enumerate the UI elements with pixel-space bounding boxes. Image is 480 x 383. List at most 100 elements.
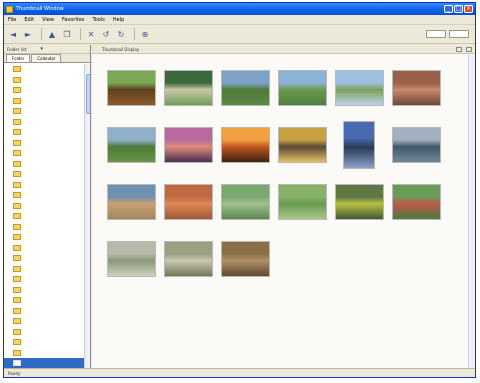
menu-favorites[interactable]: Favorites [62,17,85,23]
folder-item[interactable] [4,169,84,180]
thumb-orange-sunset[interactable] [221,127,270,163]
folder-icon [13,129,21,136]
thumb-grass-patch[interactable] [221,184,270,220]
delete-icon[interactable]: ✕ [85,28,97,40]
folder-item[interactable] [4,274,84,285]
thumb-purple-sunset[interactable] [164,127,213,163]
menu-file[interactable]: File [8,17,16,23]
folder-icon [13,213,21,220]
thumb-brown-dog[interactable] [107,70,156,106]
thumb-red-field[interactable] [164,184,213,220]
folder-tree [4,64,84,368]
rotate-left-icon[interactable]: ↺ [100,28,112,40]
sort-selector[interactable] [449,30,469,38]
folder-item[interactable] [4,117,84,128]
up-icon[interactable]: ▲ [46,28,58,40]
folder-icon [13,328,21,335]
menu-view[interactable]: View [42,17,54,23]
tab-folder[interactable]: Folder [6,54,31,62]
folder-item[interactable] [4,127,84,138]
folder-icon [13,87,21,94]
folder-icon [13,318,21,325]
status-bar: Ready [4,368,475,377]
thumb-red-flowers[interactable] [392,184,441,220]
path-bar: Thumbnail Display [92,45,475,54]
folder-item[interactable] [4,264,84,275]
app-window: Thumbnail Window _ □ × File Edit View Fa… [3,2,476,378]
view-mode-icon[interactable] [456,46,462,52]
thumb-lake[interactable] [392,127,441,163]
maximize-button[interactable]: □ [454,5,463,13]
folder-item[interactable] [4,201,84,212]
thumb-green-meadow[interactable] [278,70,327,106]
thumbnail-pane: Thumbnail Display [92,45,475,368]
folder-item[interactable] [4,337,84,348]
folder-item[interactable] [4,148,84,159]
folder-scrollbar[interactable] [84,64,90,368]
toolbar-separator [80,28,81,40]
folder-item[interactable] [4,190,84,201]
thumb-tall-grass[interactable] [107,127,156,163]
chevron-down-icon[interactable]: ▾ [41,46,44,52]
folder-item[interactable] [4,138,84,149]
folder-item[interactable] [4,96,84,107]
folder-item[interactable] [4,64,84,75]
folder-item[interactable] [4,75,84,86]
menu-edit[interactable]: Edit [24,17,34,23]
folder-pane-title: Folder list [7,46,27,52]
folder-scroll-thumb[interactable] [86,74,90,114]
zoom-icon[interactable]: ⊕ [139,28,151,40]
thumb-field-horizon[interactable] [221,70,270,106]
folder-item[interactable] [4,316,84,327]
folder-item[interactable] [4,306,84,317]
folder-item[interactable] [4,358,84,368]
app-icon [6,5,13,13]
view-options-icon[interactable] [466,46,472,52]
toolbar: ◄ ► ▲ ❐ ✕ ↺ ↻ ⊕ [4,25,475,44]
forward-icon[interactable]: ► [22,28,34,40]
folder-item[interactable] [4,285,84,296]
folder-item[interactable] [4,222,84,233]
thumb-sky-grass[interactable] [335,70,384,106]
thumb-clover[interactable] [278,184,327,220]
menu-tools[interactable]: Tools [93,17,105,23]
folder-icon [13,265,21,272]
thumbnail-grid [92,55,468,368]
close-button[interactable]: × [464,5,473,13]
thumb-beach[interactable] [107,184,156,220]
thumb-red-rocks[interactable] [392,70,441,106]
folder-item[interactable] [4,159,84,170]
toolbar-separator [134,28,135,40]
thumbnail-scrollbar[interactable] [468,55,475,368]
folder-item[interactable] [4,327,84,338]
folder-item[interactable] [4,243,84,254]
folder-item[interactable] [4,85,84,96]
menu-bar: File Edit View Favorites Tools Help [4,15,475,25]
folder-icon [13,349,21,356]
folder-item[interactable] [4,180,84,191]
size-selector[interactable] [426,30,446,38]
thumb-market-stall[interactable] [278,127,327,163]
thumb-tree-portrait[interactable] [343,121,375,169]
copy-icon[interactable]: ❐ [61,28,73,40]
thumb-plant-closeup[interactable] [164,70,213,106]
folder-icon [13,202,21,209]
folder-item[interactable] [4,348,84,359]
folder-icon [13,66,21,73]
current-path: Thumbnail Display [102,46,140,52]
menu-help[interactable]: Help [113,17,124,23]
thumb-stems[interactable] [107,241,156,277]
back-icon[interactable]: ◄ [7,28,19,40]
folder-item[interactable] [4,295,84,306]
folder-item[interactable] [4,211,84,222]
thumb-bird-ground[interactable] [164,241,213,277]
thumb-snail[interactable] [221,241,270,277]
folder-item[interactable] [4,253,84,264]
folder-item[interactable] [4,232,84,243]
tab-calendar[interactable]: Calendar [31,54,62,62]
folder-item[interactable] [4,106,84,117]
rotate-right-icon[interactable]: ↻ [115,28,127,40]
minimize-button[interactable]: _ [444,5,453,13]
thumb-flower-field[interactable] [335,184,384,220]
folder-icon [13,108,21,115]
